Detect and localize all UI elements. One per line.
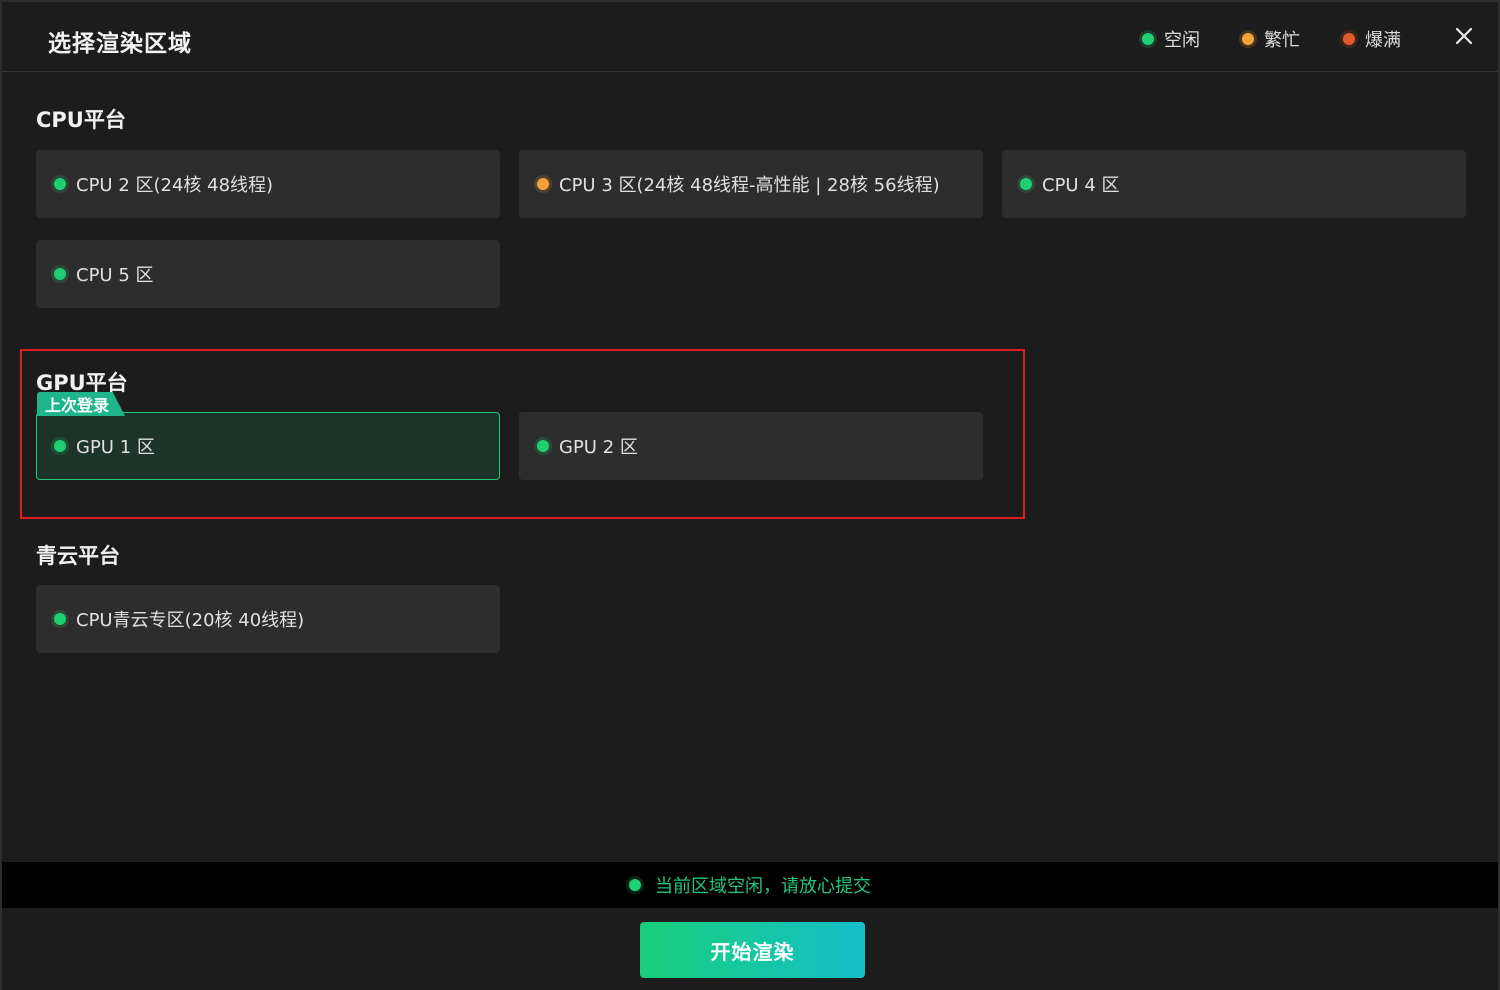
region-card-label: CPU 4 区 xyxy=(1042,175,1120,196)
status-dot-red-icon xyxy=(1343,33,1355,45)
dialog-footer: 开始渲染 xyxy=(2,908,1498,990)
region-card-cpu-3[interactable]: CPU 3 区(24核 48线程-高性能 | 28核 56线程) xyxy=(519,150,983,218)
status-dot-green-icon xyxy=(537,440,549,452)
dialog-header: 选择渲染区域 空闲 繁忙 爆满 xyxy=(2,2,1498,72)
region-card-qingcloud[interactable]: CPU青云专区(20核 40线程) xyxy=(36,585,500,653)
region-card-label: CPU 5 区 xyxy=(76,265,154,286)
last-login-badge: 上次登录 xyxy=(37,392,126,416)
legend-idle: 空闲 xyxy=(1142,26,1200,52)
status-bar: 当前区域空闲，请放心提交 xyxy=(2,862,1498,908)
start-render-button[interactable]: 开始渲染 xyxy=(640,922,865,978)
region-card-gpu-1[interactable]: GPU 1 区 xyxy=(36,412,500,480)
legend-label: 空闲 xyxy=(1164,30,1200,51)
close-icon[interactable] xyxy=(1452,24,1476,48)
region-card-cpu-5[interactable]: CPU 5 区 xyxy=(36,240,500,308)
status-dot-green-icon xyxy=(54,268,66,280)
region-card-label: CPU青云专区(20核 40线程) xyxy=(76,610,305,631)
status-dot-green-icon xyxy=(54,178,66,190)
legend-label: 繁忙 xyxy=(1264,30,1300,51)
region-card-label: CPU 2 区(24核 48线程) xyxy=(76,175,274,196)
region-card-cpu-4[interactable]: CPU 4 区 xyxy=(1002,150,1466,218)
status-dot-green-icon xyxy=(1020,178,1032,190)
legend-label: 爆满 xyxy=(1365,30,1401,51)
dialog-title: 选择渲染区域 xyxy=(48,31,192,57)
legend-full: 爆满 xyxy=(1343,26,1401,52)
status-dot-green-icon xyxy=(629,879,641,891)
status-dot-green-icon xyxy=(1142,33,1154,45)
status-dot-green-icon xyxy=(54,613,66,625)
render-region-dialog: 选择渲染区域 空闲 繁忙 爆满 CPU平台 CPU 2 区(24核 48线程) … xyxy=(0,0,1500,990)
status-dot-orange-icon xyxy=(537,178,549,190)
status-text: 当前区域空闲，请放心提交 xyxy=(655,876,871,897)
qingcloud-section-title: 青云平台 xyxy=(36,544,120,568)
legend-busy: 繁忙 xyxy=(1242,26,1300,52)
region-card-cpu-2[interactable]: CPU 2 区(24核 48线程) xyxy=(36,150,500,218)
status-dot-orange-icon xyxy=(1242,33,1254,45)
region-card-gpu-2[interactable]: GPU 2 区 xyxy=(519,412,983,480)
region-card-label: GPU 2 区 xyxy=(559,437,638,458)
region-card-label: GPU 1 区 xyxy=(76,437,155,458)
cpu-section-title: CPU平台 xyxy=(36,108,126,132)
region-card-label: CPU 3 区(24核 48线程-高性能 | 28核 56线程) xyxy=(559,175,940,196)
status-dot-green-icon xyxy=(54,440,66,452)
